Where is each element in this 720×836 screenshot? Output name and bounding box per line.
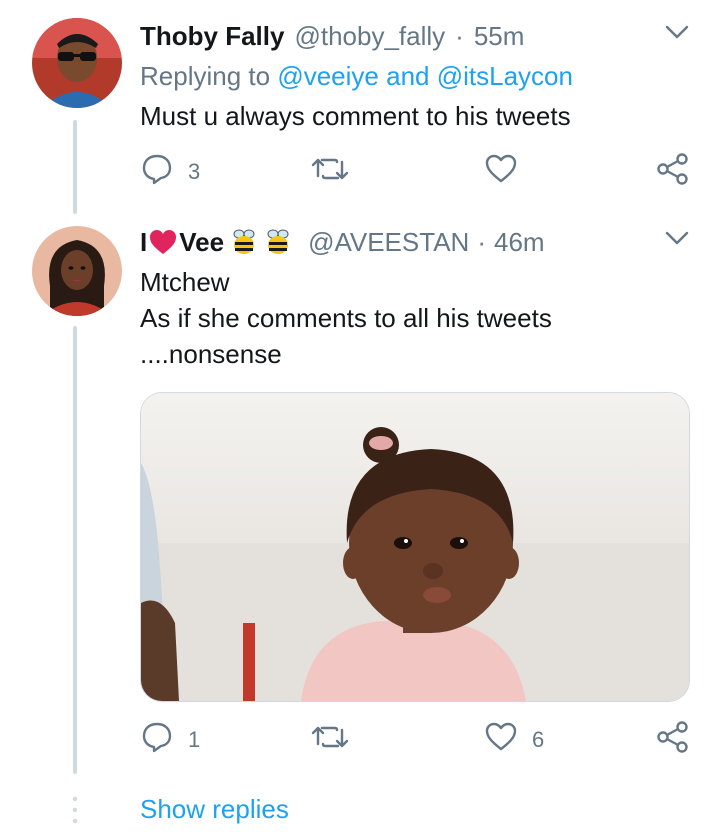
tweet-header: Thoby Fally @thoby_fally · 55m — [140, 18, 524, 54]
woman-avatar-icon — [32, 226, 122, 316]
red-heart-icon — [148, 228, 178, 256]
timestamp[interactable]: 46m — [494, 227, 545, 258]
heart-icon — [484, 152, 518, 192]
bee-icon — [262, 226, 294, 258]
chevron-down-icon[interactable] — [664, 22, 690, 47]
reply-icon — [140, 152, 174, 192]
separator-dot: · — [477, 226, 486, 257]
tweet-text: Must u always comment to his tweets — [140, 101, 571, 131]
heart-icon — [484, 720, 518, 760]
reply-button[interactable]: 3 — [140, 152, 200, 192]
tweet-text: Mtchew As if she comments to all his twe… — [140, 264, 552, 372]
retweet-button[interactable] — [310, 152, 350, 192]
reply-count: 1 — [188, 727, 201, 752]
chevron-down-icon[interactable] — [664, 228, 690, 253]
reply-button[interactable]: 1 — [140, 720, 200, 760]
display-name[interactable]: I Vee — [140, 226, 294, 258]
tweet-text-line: Mtchew — [140, 267, 230, 297]
timestamp[interactable]: 55m — [474, 21, 525, 52]
replying-to-label: Replying to — [140, 61, 271, 91]
user-handle[interactable]: @AVEESTAN — [308, 227, 469, 258]
share-icon — [656, 720, 690, 760]
like-count: 6 — [532, 727, 545, 752]
bee-icon — [228, 226, 260, 258]
share-button[interactable] — [656, 152, 690, 192]
mention-link[interactable]: @itsLaycon — [437, 61, 573, 91]
retweet-button[interactable] — [310, 720, 350, 760]
share-icon — [656, 152, 690, 192]
share-button[interactable] — [656, 720, 690, 760]
thread-line — [73, 326, 77, 774]
user-handle[interactable]: @thoby_fally — [294, 21, 445, 52]
avatar[interactable] — [32, 18, 122, 108]
mention-and: and — [386, 61, 430, 91]
mention-link[interactable]: @veeiye — [277, 61, 379, 91]
avatar[interactable] — [32, 226, 122, 316]
reply-count: 3 — [188, 159, 201, 184]
like-button[interactable] — [484, 152, 518, 192]
separator-dot: · — [455, 20, 464, 51]
person-sunglasses-avatar-icon — [32, 18, 122, 108]
like-button[interactable]: 6 — [484, 720, 544, 760]
tweet-media-image[interactable] — [140, 392, 690, 702]
reply-icon — [140, 720, 174, 760]
display-name[interactable]: Thoby Fally — [140, 21, 284, 52]
tweet-text-line: ....nonsense — [140, 339, 282, 369]
display-name-suffix: Vee — [179, 226, 225, 257]
show-replies-link[interactable]: Show replies — [140, 794, 289, 825]
retweet-icon — [310, 720, 350, 760]
tweet-header: I Vee @AVEESTAN · 46m — [140, 224, 545, 260]
tweet-text-line: As if she comments to all his tweets — [140, 303, 552, 333]
toddler-photo-icon — [141, 393, 689, 701]
thread-line — [73, 120, 77, 214]
retweet-icon — [310, 152, 350, 192]
replying-to: Replying to @veeiye and @itsLaycon — [140, 58, 573, 94]
more-replies-dots-icon — [72, 796, 78, 835]
display-name-prefix: I — [140, 226, 148, 257]
